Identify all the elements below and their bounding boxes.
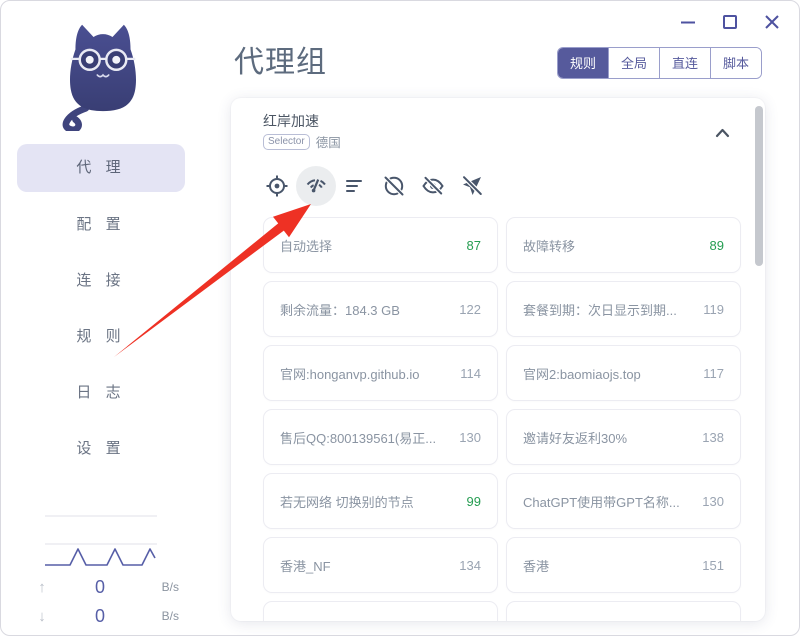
latency-value: 89 bbox=[709, 237, 724, 253]
upload-unit: B/s bbox=[161, 580, 179, 594]
latency-value: 134 bbox=[459, 557, 481, 573]
group-type-badge: Selector bbox=[263, 133, 310, 150]
upload-speed: ↑ 0 B/s bbox=[31, 573, 179, 601]
wifi-off-icon[interactable] bbox=[374, 166, 414, 206]
hide-eye-icon[interactable] bbox=[413, 166, 453, 206]
locate-icon[interactable] bbox=[257, 166, 297, 206]
scrollbar-thumb[interactable] bbox=[755, 106, 763, 266]
speed-test-wifi-icon[interactable] bbox=[296, 166, 336, 206]
latency-value: 122 bbox=[459, 301, 481, 317]
chevron-up-icon[interactable] bbox=[711, 122, 733, 144]
sidebar: 代 理 配 置 连 接 规 则 日 志 设 置 ↑ 0 B/s ↓ 0 B/s bbox=[1, 1, 231, 635]
titlebar-controls bbox=[675, 9, 785, 35]
group-toolbar bbox=[257, 166, 491, 206]
latency-value: 119 bbox=[703, 301, 724, 317]
tab-script[interactable]: 脚本 bbox=[709, 48, 761, 78]
proxy-group-panel: 红岸加速 Selector 德国 自动选择 87 故障转移 89 剩余流量：18… bbox=[231, 98, 765, 621]
proxy-node-card[interactable]: 故障转移 89 bbox=[506, 217, 741, 273]
arrow-up-icon: ↑ bbox=[38, 578, 46, 596]
latency-value: 114 bbox=[460, 365, 481, 381]
download-unit: B/s bbox=[161, 609, 179, 623]
minimize-icon[interactable] bbox=[675, 9, 701, 35]
sidebar-item-connections[interactable]: 连 接 bbox=[17, 257, 185, 305]
proxy-node-card[interactable]: ChatGPT使用带GPT名称... 130 bbox=[506, 473, 741, 529]
proxy-node-card[interactable]: 香港 151 bbox=[506, 537, 741, 593]
cat-logo bbox=[62, 24, 136, 131]
group-subtitle: Selector 德国 bbox=[263, 132, 341, 151]
app-window: 代 理 配 置 连 接 规 则 日 志 设 置 ↑ 0 B/s ↓ 0 B/s … bbox=[0, 0, 800, 636]
traffic-graph bbox=[45, 515, 157, 566]
proxy-node-card[interactable] bbox=[506, 601, 741, 621]
proxy-node-card[interactable]: 售后QQ:800139561(易正... 130 bbox=[263, 409, 498, 465]
mode-tabs: 规则 全局 直连 脚本 bbox=[556, 47, 762, 79]
latency-value: 99 bbox=[466, 493, 481, 509]
group-selected-node: 德国 bbox=[315, 136, 341, 150]
maximize-icon[interactable] bbox=[717, 9, 743, 35]
latency-value: 130 bbox=[702, 493, 724, 509]
upload-value: 0 bbox=[94, 576, 105, 597]
download-speed: ↓ 0 B/s bbox=[31, 602, 179, 630]
close-icon[interactable] bbox=[759, 9, 785, 35]
proxy-node-card[interactable]: 剩余流量：184.3 GB 122 bbox=[263, 281, 498, 337]
proxy-node-card[interactable]: 官网:honganvp.github.io 114 bbox=[263, 345, 498, 401]
tab-rule[interactable]: 规则 bbox=[557, 48, 608, 78]
proxy-node-card[interactable] bbox=[263, 601, 498, 621]
sidebar-item-profiles[interactable]: 配 置 bbox=[17, 201, 185, 249]
latency-value: 130 bbox=[459, 429, 481, 445]
sort-icon[interactable] bbox=[335, 166, 375, 206]
latency-value: 151 bbox=[702, 557, 724, 573]
sidebar-item-settings[interactable]: 设 置 bbox=[17, 425, 185, 473]
latency-value: 138 bbox=[702, 429, 724, 445]
proxy-node-card[interactable]: 邀请好友返利30% 138 bbox=[506, 409, 741, 465]
proxy-node-card[interactable]: 套餐到期：次日显示到期... 119 bbox=[506, 281, 741, 337]
near-me-off-icon[interactable] bbox=[452, 166, 492, 206]
proxy-node-card[interactable]: 香港_NF 134 bbox=[263, 537, 498, 593]
proxy-node-card[interactable]: 官网2:baomiaojs.top 117 bbox=[506, 345, 741, 401]
arrow-down-icon: ↓ bbox=[38, 607, 46, 625]
page-title: 代理组 bbox=[234, 46, 327, 79]
latency-value: 87 bbox=[466, 237, 481, 253]
tab-global[interactable]: 全局 bbox=[607, 48, 659, 78]
group-name: 红岸加速 bbox=[263, 113, 319, 129]
proxy-node-card[interactable]: 自动选择 87 bbox=[263, 217, 498, 273]
tab-direct[interactable]: 直连 bbox=[658, 48, 710, 78]
proxy-node-card[interactable]: 若无网络 切换别的节点 99 bbox=[263, 473, 498, 529]
download-value: 0 bbox=[94, 605, 105, 626]
proxy-node-grid: 自动选择 87 故障转移 89 剩余流量：184.3 GB 122 套餐到期：次… bbox=[263, 217, 741, 621]
latency-value: 117 bbox=[703, 365, 724, 381]
sidebar-item-proxies[interactable]: 代 理 bbox=[17, 144, 185, 192]
sidebar-item-rules[interactable]: 规 则 bbox=[17, 313, 185, 361]
sidebar-item-logs[interactable]: 日 志 bbox=[17, 369, 185, 417]
